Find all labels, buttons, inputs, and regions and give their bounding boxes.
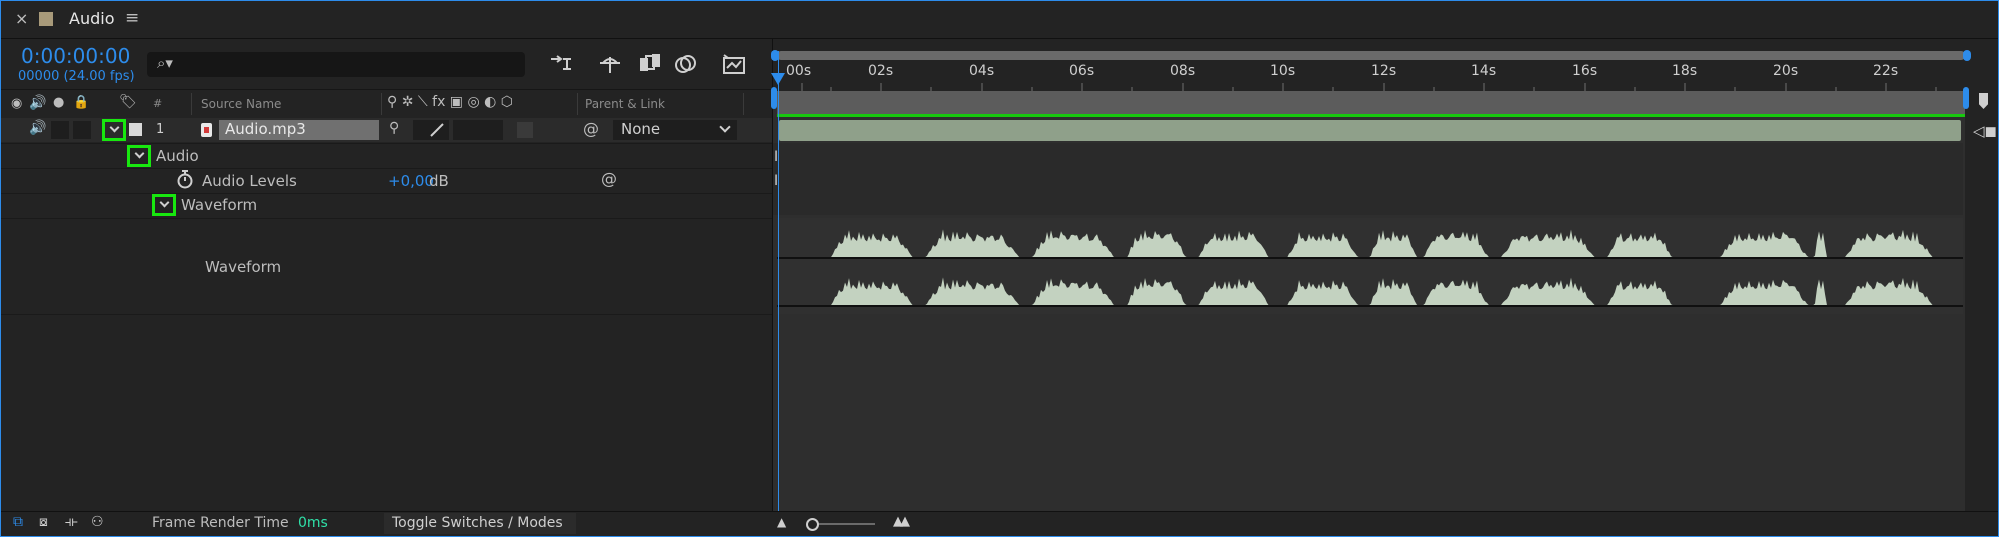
panel-menu-icon[interactable]: ≡: [125, 8, 139, 28]
audio-levels-unit: dB: [429, 172, 449, 190]
layer-end-marker-icon: ◁◼: [1973, 122, 1997, 140]
pick-whip-icon[interactable]: @: [583, 119, 599, 138]
layer-number-header: #: [153, 97, 163, 110]
parent-link-header[interactable]: Parent & Link: [585, 97, 665, 111]
toggle-switches-modes-button[interactable]: Toggle Switches / Modes: [384, 513, 576, 534]
ruler-label: 12s: [1371, 63, 1397, 79]
audio-waveform: [777, 229, 1963, 307]
stopwatch-icon[interactable]: [176, 170, 194, 194]
audio-layer-bar[interactable]: [779, 120, 1961, 141]
layer-label-color[interactable]: [129, 123, 142, 136]
ruler-label: 16s: [1572, 63, 1598, 79]
close-tab-icon[interactable]: ×: [15, 9, 28, 28]
composition-color-icon: [39, 12, 53, 26]
transfer-controls-pane-icon[interactable]: ⧇: [39, 514, 48, 530]
current-time-indicator-line[interactable]: [778, 51, 779, 511]
zoom-out-icon[interactable]: ▲: [777, 515, 786, 529]
audio-group-label[interactable]: Audio: [156, 147, 199, 165]
timeline-right-gutter: [1965, 91, 1998, 511]
audio-speaker-icon[interactable]: 🔊: [29, 95, 46, 111]
audio-file-icon: [201, 123, 212, 137]
timeline-start-handle[interactable]: [771, 87, 777, 109]
layer-quality-switch[interactable]: [413, 120, 449, 140]
parent-dropdown[interactable]: None: [613, 120, 737, 140]
timeline-header-strip: [777, 91, 1965, 115]
layer-duration-indicator: [777, 114, 1965, 117]
chevron-down-icon: [159, 197, 170, 208]
layer-3d-switch[interactable]: [517, 122, 533, 138]
layer-switches-pane-icon[interactable]: ⧉: [13, 514, 23, 530]
zoom-slider-thumb[interactable]: [806, 518, 819, 531]
comp-flowchart-icon[interactable]: [549, 53, 575, 79]
waveform-track: [777, 218, 1963, 314]
audio-levels-label: Audio Levels: [202, 172, 297, 190]
ruler-label: 20s: [1773, 63, 1799, 79]
shy-layers-icon[interactable]: [597, 53, 623, 79]
work-area-end-handle[interactable]: [1963, 50, 1971, 61]
source-name-header[interactable]: Source Name: [201, 97, 281, 111]
waveform-group-label[interactable]: Waveform: [181, 196, 257, 214]
frame-render-time-value: 0ms: [298, 515, 328, 531]
property-rows-area: [773, 143, 1963, 215]
video-visibility-icon[interactable]: ◉: [11, 96, 22, 111]
ruler-label: 18s: [1672, 63, 1698, 79]
work-area-bar[interactable]: [777, 51, 1965, 60]
label-tag-icon[interactable]: 🏷: [119, 94, 137, 110]
zoom-in-icon[interactable]: ▲▲: [893, 514, 910, 529]
audio-group-expand-toggle[interactable]: [127, 145, 151, 167]
toggle-switches-modes-label: Toggle Switches / Modes: [392, 515, 563, 531]
graph-editor-icon[interactable]: [721, 53, 747, 79]
ruler-label: 22s: [1873, 63, 1899, 79]
status-footer: ⧉ ⧇ ⟛ ⚇ Frame Render Time 0ms Toggle Swi…: [1, 512, 1998, 536]
layer-solo-box[interactable]: [51, 121, 69, 139]
frame-rate-readout: 00000 (24.00 fps): [18, 69, 135, 84]
layer-name-field[interactable]: Audio.mp3: [219, 120, 379, 140]
lock-icon[interactable]: 🔒: [73, 95, 89, 110]
chevron-down-icon: [719, 121, 731, 133]
waveform-property-label: Waveform: [205, 258, 282, 276]
zoom-slider[interactable]: [813, 523, 875, 525]
panel-tab-bar: × Audio ≡: [1, 1, 1998, 39]
switches-header-icons: ⚲ ✲ ⟍ fx ▣ ◎ ◐ ⬡: [387, 94, 514, 110]
solo-icon[interactable]: ●: [53, 95, 64, 110]
timeline-end-handle[interactable]: [1963, 87, 1969, 109]
chevron-down-icon: [134, 148, 145, 159]
time-ruler[interactable]: 00s 02s 04s 06s 08s 10s 12s 14s 16s 18s …: [773, 61, 1998, 91]
parent-dropdown-value: None: [621, 120, 661, 138]
waveform-channel: [777, 277, 1963, 306]
ruler-ticks: [801, 83, 1937, 91]
frame-render-time-label: Frame Render Time: [152, 515, 289, 531]
layer-lock-box[interactable]: [73, 121, 91, 139]
ruler-label: 10s: [1270, 63, 1296, 79]
render-time-pane-icon[interactable]: ⚇: [91, 514, 104, 530]
frame-blending-icon[interactable]: [637, 53, 663, 79]
search-icon: ⌕▾: [157, 54, 173, 72]
layer-index: 1: [156, 122, 165, 137]
ruler-label: 02s: [868, 63, 894, 79]
chevron-down-icon: [109, 122, 120, 133]
audio-levels-value[interactable]: +0,00: [388, 172, 434, 190]
layer-audio-toggle-icon[interactable]: 🔊: [29, 120, 46, 136]
layer-shy-switch-icon[interactable]: ⚲: [389, 120, 399, 136]
ruler-label: 04s: [969, 63, 995, 79]
ruler-label: 06s: [1069, 63, 1095, 79]
in-out-pane-icon[interactable]: ⟛: [65, 514, 78, 530]
current-timecode[interactable]: 0:00:00:00: [21, 44, 130, 68]
expression-pick-whip-icon[interactable]: @: [601, 169, 617, 188]
waveform-channel: [777, 229, 1963, 258]
motion-blur-icon[interactable]: [673, 53, 699, 79]
tab-title[interactable]: Audio: [69, 9, 114, 28]
layer-expand-toggle[interactable]: [102, 119, 126, 141]
ruler-label: 00s: [786, 63, 812, 79]
column-header-row: ◉ 🔊 ● 🔒 🏷 # Source Name ⚲ ✲ ⟍ fx ▣ ◎ ◐ ⬡…: [1, 93, 772, 117]
layer-switch-cell[interactable]: [453, 120, 503, 140]
waveform-group-expand-toggle[interactable]: [152, 194, 176, 216]
ruler-label: 08s: [1170, 63, 1196, 79]
search-input[interactable]: ⌕▾: [147, 52, 525, 77]
layer-name: Audio.mp3: [225, 120, 306, 138]
ruler-label: 14s: [1471, 63, 1497, 79]
timeline-panel: × Audio ≡ 0:00:00:00 00000 (24.00 fps) ⌕…: [0, 0, 1999, 537]
